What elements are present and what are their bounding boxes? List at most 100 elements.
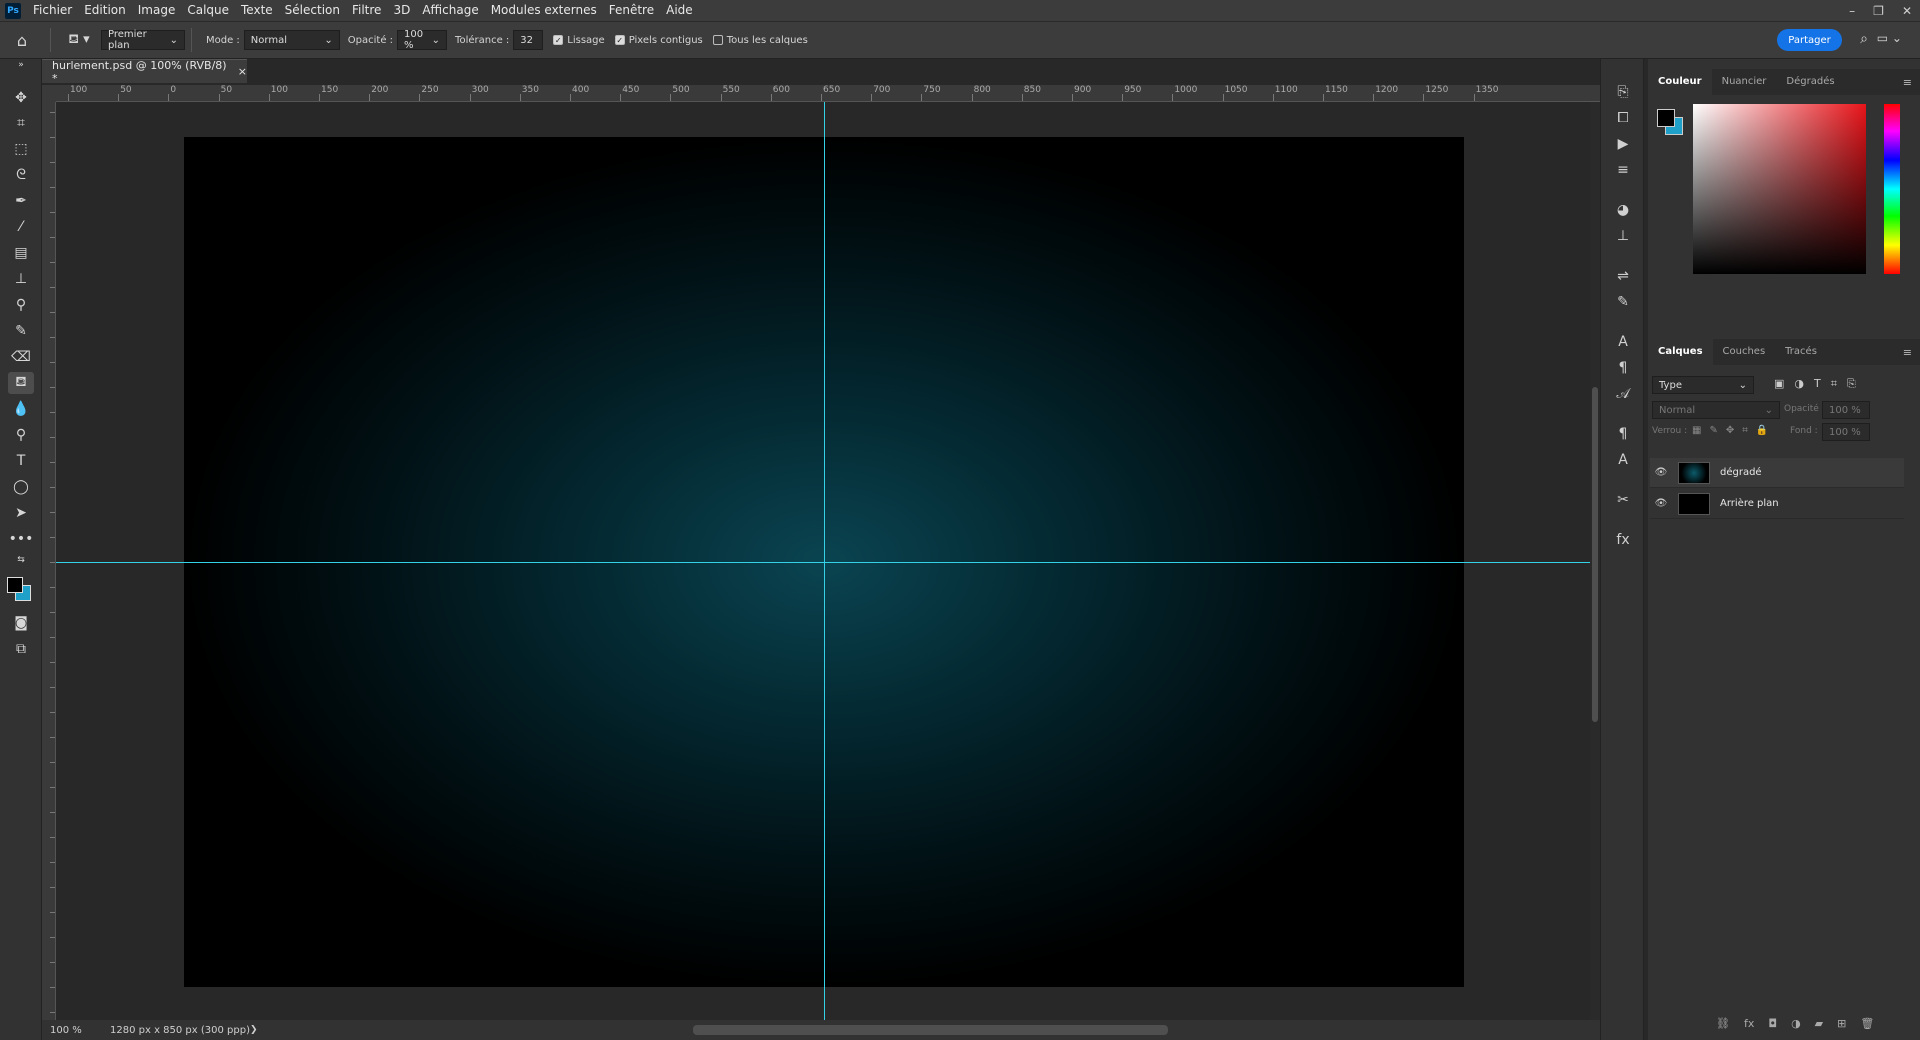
properties-icon[interactable]: ⧠ — [1612, 107, 1634, 129]
fill-source-select[interactable]: Premier plan ⌄ — [101, 29, 185, 51]
add-mask-icon[interactable]: ◘ — [1768, 1017, 1777, 1030]
workspace-icon[interactable]: ▭ ⌄ — [1877, 31, 1902, 45]
ellipse-tool-icon[interactable]: ◯ — [8, 476, 34, 498]
all-layers-checkbox[interactable] — [712, 35, 723, 45]
menu-image[interactable]: Image — [132, 0, 182, 21]
paragraph-icon[interactable]: ¶ — [1612, 357, 1634, 379]
dropper-tool-icon[interactable]: ⚲ — [8, 294, 34, 316]
color-picker-field[interactable] — [1693, 104, 1866, 274]
menu-3d[interactable]: 3D — [387, 0, 416, 21]
more-tools-icon[interactable]: ••• — [8, 528, 34, 550]
link-layers-icon[interactable]: ⛓ — [1716, 1017, 1730, 1030]
marquee-tool-icon[interactable]: ⬚ — [8, 138, 34, 160]
menu-fenetre[interactable]: Fenêtre — [603, 0, 660, 21]
new-layer-icon[interactable]: ⊞ — [1837, 1017, 1846, 1030]
quick-mask-icon[interactable]: ◙ — [8, 612, 34, 634]
menu-modules[interactable]: Modules externes — [485, 0, 603, 21]
tab-nuancier[interactable]: Nuancier — [1712, 69, 1777, 95]
brush-tool-icon[interactable]: ✎ — [8, 320, 34, 342]
opacity-input[interactable]: 100 % ⌄ — [397, 29, 448, 51]
menu-affichage[interactable]: Affichage — [416, 0, 484, 21]
dodge-tool-icon[interactable]: ⚲ — [8, 424, 34, 446]
tab-calques[interactable]: Calques — [1648, 339, 1713, 365]
vertical-guide[interactable] — [824, 102, 825, 1020]
type-tool-icon[interactable]: T — [8, 450, 34, 472]
hue-slider[interactable] — [1884, 104, 1900, 274]
new-adjustment-icon[interactable]: ◑ — [1791, 1017, 1801, 1030]
actions-play-icon[interactable]: ▶ — [1612, 133, 1634, 155]
vertical-ruler[interactable] — [42, 102, 56, 1020]
shape-filter-icon[interactable]: ⌗ — [1831, 377, 1837, 391]
pixel-filter-icon[interactable]: ▣ — [1774, 377, 1784, 391]
new-group-icon[interactable]: ▰ — [1815, 1017, 1823, 1030]
menu-aide[interactable]: Aide — [660, 0, 699, 21]
close-tab-icon[interactable]: × — [238, 65, 247, 78]
home-icon[interactable]: ⌂ — [0, 31, 44, 50]
fx-icon[interactable]: fx — [1744, 1017, 1754, 1030]
menu-selection[interactable]: Sélection — [279, 0, 346, 21]
canvas-area[interactable] — [56, 102, 1590, 1020]
search-icon[interactable]: ⌕ — [1860, 31, 1868, 47]
share-button[interactable]: Partager — [1777, 29, 1842, 51]
tool-presets-icon[interactable]: ⇌ — [1612, 265, 1634, 287]
blend-mode-select[interactable]: Normal ⌄ — [1652, 401, 1780, 419]
zoom-level[interactable]: 100 % — [42, 1025, 100, 1036]
healing-tool-icon[interactable]: ▤ — [8, 242, 34, 264]
paragraph-styles-icon[interactable]: ¶ — [1612, 423, 1634, 445]
delete-layer-icon[interactable]: 🗑 — [1860, 1017, 1874, 1030]
tab-degrades[interactable]: Dégradés — [1776, 69, 1844, 95]
blur-tool-icon[interactable]: 💧 — [8, 398, 34, 420]
pen-tool-icon[interactable]: ✒ — [8, 190, 34, 212]
screen-mode-icon[interactable]: ⧉ — [8, 638, 34, 660]
stamp-tool-icon[interactable]: ⊥ — [8, 268, 34, 290]
move-tool-icon[interactable]: ✥ — [8, 87, 34, 109]
adjustments-icon[interactable]: ≡ — [1612, 159, 1634, 181]
mode-select[interactable]: Normal ⌄ — [243, 30, 340, 50]
tools-icon[interactable]: ✂ — [1612, 489, 1634, 511]
panel-menu-icon[interactable]: ≡ — [1895, 346, 1920, 365]
tab-traces[interactable]: Tracés — [1775, 339, 1827, 365]
restore-button[interactable]: ❐ — [1873, 4, 1884, 18]
menu-texte[interactable]: Texte — [235, 0, 279, 21]
paint-bucket-preset-icon[interactable]: ⛾ ▾ — [57, 32, 101, 49]
menu-fichier[interactable]: Fichier — [27, 0, 78, 21]
layer-filter-select[interactable]: Type ⌄ — [1652, 376, 1754, 394]
navigator-icon[interactable]: ◕ — [1612, 199, 1634, 221]
horizontal-scroll-thumb[interactable] — [693, 1025, 1168, 1035]
paint-bucket-tool-icon[interactable]: ⛾ — [8, 372, 34, 394]
character-icon[interactable]: A — [1612, 331, 1634, 353]
layer-row[interactable]: 👁 dégradé — [1650, 458, 1904, 488]
horizontal-guide[interactable] — [56, 562, 1590, 563]
visibility-eye-icon[interactable]: 👁 — [1650, 498, 1672, 509]
clone-source-icon[interactable]: ⊥ — [1612, 225, 1634, 247]
horizontal-scrollbar[interactable] — [238, 1025, 1590, 1035]
color-panel-foreground-swatch[interactable] — [1657, 109, 1675, 127]
swap-colors-icon[interactable]: ⇆ — [8, 554, 34, 566]
document-tab[interactable]: hurlement.psd @ 100% (RVB/8) * × — [42, 59, 247, 85]
collapse-icon[interactable]: » — [8, 60, 34, 70]
glyphs-icon[interactable]: 𝒜 — [1612, 383, 1634, 405]
menu-calque[interactable]: Calque — [181, 0, 235, 21]
tab-couches[interactable]: Couches — [1713, 339, 1776, 365]
close-window-button[interactable]: ✕ — [1902, 4, 1912, 18]
lock-icons[interactable]: ▦✎✥⌗🔒 — [1692, 425, 1776, 436]
visibility-eye-icon[interactable]: 👁 — [1650, 467, 1672, 478]
antialias-checkbox[interactable]: ✓ — [553, 35, 564, 45]
tolerance-input[interactable]: 32 — [513, 30, 544, 50]
character-styles-icon[interactable]: A — [1612, 449, 1634, 471]
panel-menu-icon[interactable]: ≡ — [1895, 76, 1920, 95]
menu-edition[interactable]: Edition — [78, 0, 132, 21]
layer-opacity-input[interactable]: 100 % — [1822, 401, 1870, 419]
brush-settings-icon[interactable]: ✎ — [1612, 291, 1634, 313]
eraser-tool-icon[interactable]: ⌫ — [8, 346, 34, 368]
vertical-scrollbar[interactable] — [1590, 102, 1600, 1020]
crop-tool-icon[interactable]: ⌗ — [8, 112, 34, 134]
path-selection-tool-icon[interactable]: ➤ — [8, 502, 34, 524]
vertical-scroll-thumb[interactable] — [1592, 387, 1598, 722]
adjustment-filter-icon[interactable]: ◑ — [1794, 377, 1804, 391]
type-filter-icon[interactable]: T — [1814, 377, 1821, 391]
lasso-tool-icon[interactable]: ᘓ — [8, 164, 34, 186]
history-icon[interactable]: ⎘ — [1612, 81, 1634, 103]
fill-input[interactable]: 100 % — [1822, 423, 1870, 441]
smart-object-filter-icon[interactable]: ⎘ — [1847, 377, 1856, 391]
